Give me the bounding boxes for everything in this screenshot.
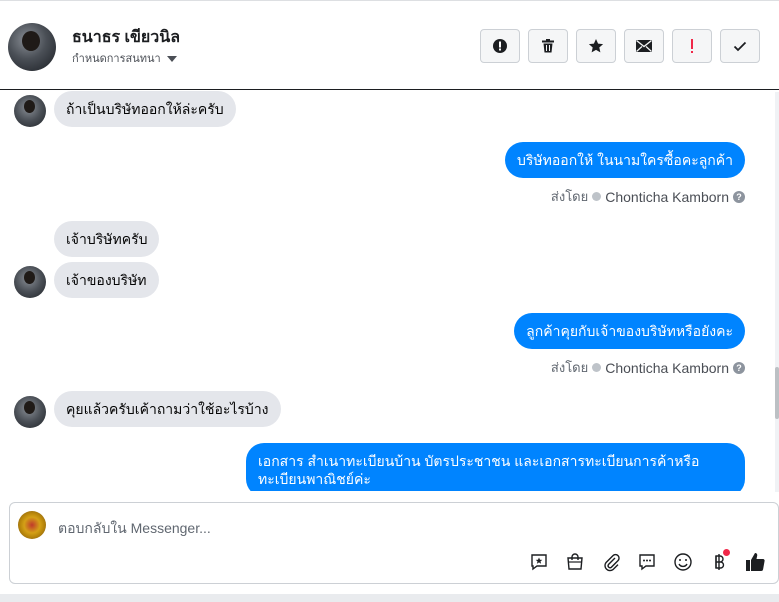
action-toolbar bbox=[480, 29, 760, 63]
reply-composer: ตอบกลับใน Messenger... bbox=[9, 502, 779, 584]
incoming-message: คุยแล้วครับเค้าถามว่าใช้อะไรบ้าง bbox=[54, 391, 281, 427]
message-list[interactable]: ถ้าเป็นบริษัทออกให้ล่ะครับ บริษัทออกให้ … bbox=[0, 90, 779, 491]
outgoing-message: ลูกค้าคุยกับเจ้าของบริษัทหรือยังคะ bbox=[514, 313, 745, 349]
trash-icon bbox=[542, 39, 554, 53]
paperclip-icon bbox=[604, 553, 620, 572]
mark-spam-button[interactable] bbox=[480, 29, 520, 63]
footer-strip bbox=[0, 594, 779, 602]
shop-button[interactable] bbox=[564, 551, 586, 573]
shopping-bag-icon bbox=[567, 553, 583, 570]
messenger-features-button[interactable] bbox=[636, 551, 658, 573]
help-icon[interactable]: ? bbox=[733, 190, 745, 203]
conversation-header: ธนาธร เขียวนิล กำหนดการสนทนา bbox=[0, 0, 779, 90]
outgoing-message: บริษัทออกให้ ในนามใครซื้อคะลูกค้า bbox=[505, 142, 745, 178]
incoming-message: เจ้าบริษัทครับ bbox=[54, 221, 160, 257]
smiley-icon bbox=[674, 553, 692, 571]
star-icon bbox=[588, 39, 604, 53]
composer-toolbar bbox=[528, 549, 766, 573]
sent-by-agent[interactable]: Chonticha Kamborn bbox=[605, 189, 729, 205]
chevron-down-icon bbox=[166, 56, 177, 63]
page-icon bbox=[592, 363, 602, 372]
conversation-label-dropdown[interactable]: กำหนดการสนทนา bbox=[72, 49, 177, 67]
message-line: ทะเบียนพาณิชย์ค่ะ bbox=[258, 471, 371, 487]
page-icon bbox=[592, 192, 602, 201]
page-avatar bbox=[18, 511, 46, 539]
reply-input[interactable]: ตอบกลับใน Messenger... bbox=[58, 518, 211, 540]
sent-by-label: ส่งโดย bbox=[550, 360, 589, 375]
chat-bubble-icon bbox=[639, 554, 655, 571]
contact-avatar[interactable] bbox=[8, 23, 56, 71]
help-icon[interactable]: ? bbox=[733, 361, 745, 374]
sent-by-label: ส่งโดย bbox=[550, 189, 589, 204]
saved-reply-button[interactable] bbox=[528, 551, 550, 573]
sent-by-row: ส่งโดย Chonticha Kamborn ? bbox=[551, 186, 745, 207]
thumbs-up-icon bbox=[746, 553, 765, 572]
message-scrollbar[interactable] bbox=[775, 92, 779, 492]
outgoing-message: เอกสาร สำเนาทะเบียนบ้าน บัตรประชาชน และเ… bbox=[246, 443, 745, 491]
message-line: เอกสาร สำเนาทะเบียนบ้าน บัตรประชาชน และเ… bbox=[258, 453, 700, 469]
alert-icon bbox=[493, 39, 507, 53]
like-button[interactable] bbox=[744, 551, 766, 573]
star-button[interactable] bbox=[576, 29, 616, 63]
check-icon bbox=[733, 41, 747, 52]
mail-icon bbox=[636, 39, 652, 52]
contact-name[interactable]: ธนาธร เขียวนิล bbox=[72, 25, 180, 50]
notification-dot bbox=[723, 549, 730, 556]
mark-done-button[interactable] bbox=[720, 29, 760, 63]
incoming-message: ถ้าเป็นบริษัทออกให้ล่ะครับ bbox=[54, 91, 236, 127]
emoji-button[interactable] bbox=[672, 551, 694, 573]
contact-avatar-small bbox=[14, 266, 46, 298]
mark-unread-button[interactable] bbox=[624, 29, 664, 63]
delete-button[interactable] bbox=[528, 29, 568, 63]
sent-by-agent[interactable]: Chonticha Kamborn bbox=[605, 360, 729, 376]
contact-avatar-small bbox=[14, 396, 46, 428]
payment-button[interactable] bbox=[708, 549, 730, 573]
conversation-label-text: กำหนดการสนทนา bbox=[72, 53, 161, 65]
attach-button[interactable] bbox=[600, 551, 622, 573]
mark-important-button[interactable] bbox=[672, 29, 712, 63]
sent-by-row: ส่งโดย Chonticha Kamborn ? bbox=[551, 357, 745, 378]
incoming-message: เจ้าของบริษัท bbox=[54, 262, 159, 298]
important-icon bbox=[691, 39, 693, 53]
contact-avatar-small bbox=[14, 95, 46, 127]
saved-reply-icon bbox=[531, 554, 547, 571]
scrollbar-thumb[interactable] bbox=[775, 367, 779, 419]
